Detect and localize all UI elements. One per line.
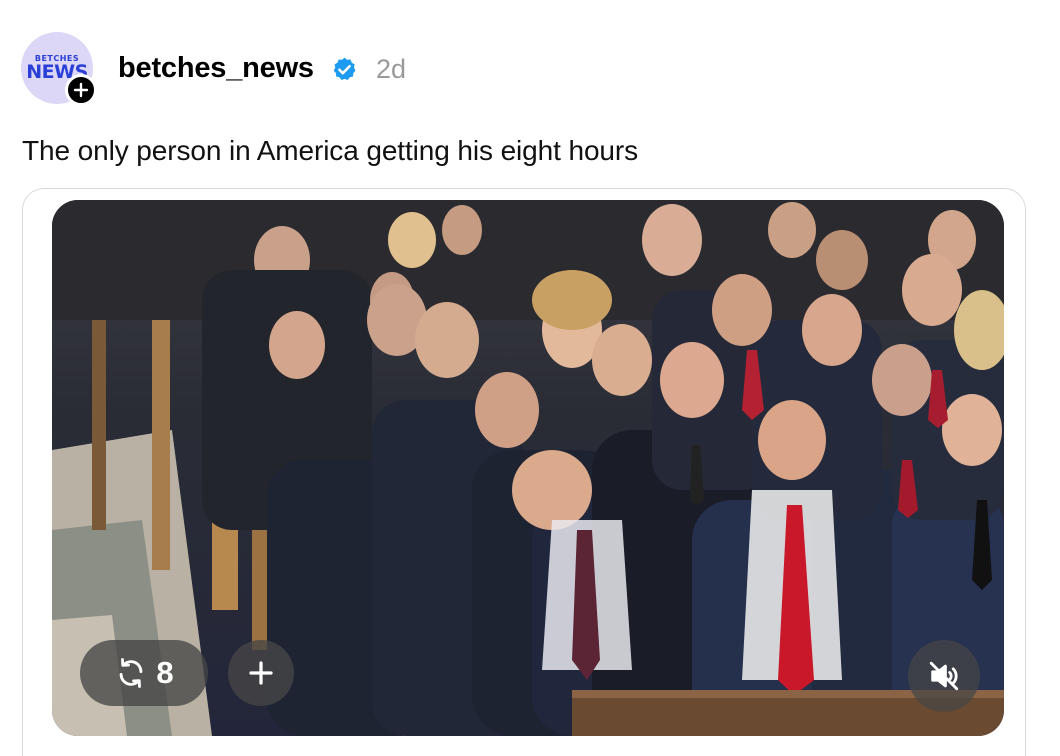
repost-count: 8 xyxy=(156,655,174,690)
post-caption: The only person in America getting his e… xyxy=(22,135,639,166)
plus-icon xyxy=(73,82,89,98)
follow-button[interactable] xyxy=(65,74,97,106)
plus-icon xyxy=(249,661,273,685)
avatar-container[interactable]: BETCHES NEWS xyxy=(21,32,97,106)
verified-badge-icon xyxy=(333,57,356,80)
add-button[interactable] xyxy=(228,640,294,706)
username[interactable]: betches_news xyxy=(118,52,314,85)
repost-icon xyxy=(120,658,143,688)
post-timestamp: 2d xyxy=(376,54,407,84)
mute-toggle-button[interactable] xyxy=(908,640,980,712)
threads-post: BETCHES NEWS betches_news 2d The only pe… xyxy=(0,0,1060,756)
repost-button[interactable]: 8 xyxy=(80,640,208,706)
speaker-muted-icon xyxy=(929,661,959,691)
